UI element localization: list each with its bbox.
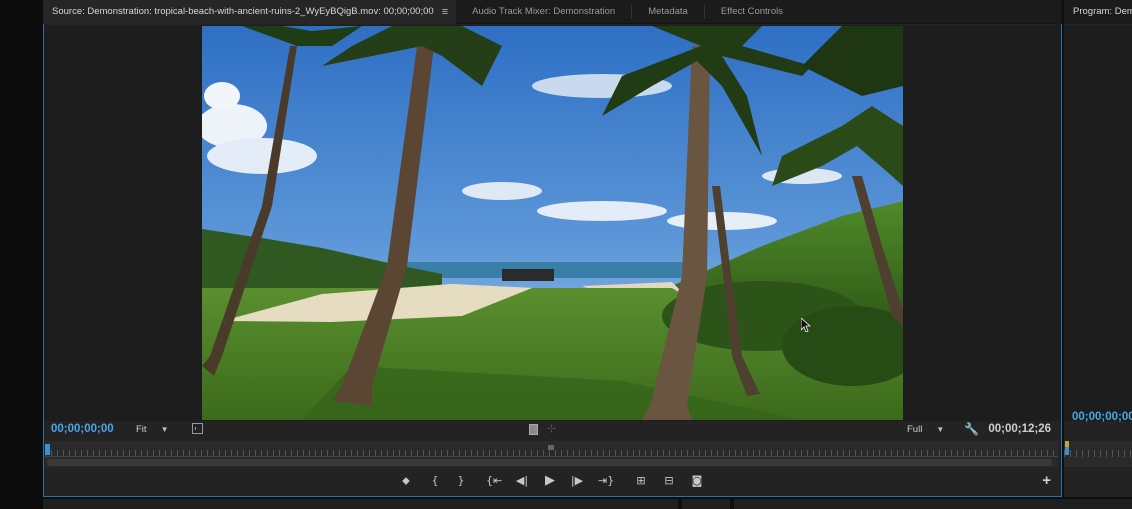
- source-monitor-panel: Source: Demonstration: tropical-beach-wi…: [43, 0, 1062, 497]
- source-controls-row: 00;00;00;00 Fit ▼ ⊹ Full ▼ 🔧 00;00;12;26: [43, 421, 1061, 439]
- mark-in-button[interactable]: {: [428, 473, 442, 489]
- source-viewer[interactable]: [43, 25, 1061, 421]
- program-monitor-panel: Program: Dem 00;00;00;00: [1063, 0, 1132, 497]
- ruler-center-marker: [548, 445, 554, 450]
- panel-menu-icon[interactable]: ≡: [442, 6, 448, 18]
- drag-video-only-icon[interactable]: [192, 423, 203, 434]
- duration-timecode: 00;00;12;26: [988, 423, 1051, 435]
- video-frame[interactable]: [202, 26, 903, 420]
- overwrite-button[interactable]: ⊟: [662, 473, 676, 489]
- premiere-workspace: Source: Demonstration: tropical-beach-wi…: [0, 0, 1132, 509]
- program-current-timecode[interactable]: 00;00;00;00: [1072, 411, 1132, 423]
- playback-resolution-select[interactable]: Full ▼: [907, 424, 944, 435]
- ruler-baseline: [45, 456, 1058, 457]
- mouse-cursor-icon: [801, 318, 811, 332]
- playback-resolution-value: Full: [907, 424, 923, 435]
- zoom-level-select[interactable]: Fit ▼: [136, 424, 168, 435]
- program-playhead[interactable]: [1065, 447, 1069, 455]
- step-forward-button[interactable]: |▶: [570, 473, 584, 489]
- film-strip-icon[interactable]: [529, 424, 538, 435]
- zoom-level-value: Fit: [136, 424, 147, 435]
- program-viewer[interactable]: [1064, 25, 1132, 421]
- tab-effect-controls-label: Effect Controls: [720, 6, 783, 17]
- go-to-in-button[interactable]: {⇤: [486, 473, 502, 489]
- wrench-settings-icon[interactable]: 🔧: [964, 422, 979, 436]
- step-back-button[interactable]: ◀|: [515, 473, 529, 489]
- tab-effect-controls[interactable]: Effect Controls: [705, 0, 799, 24]
- tab-program-label: Program: Dem: [1073, 6, 1132, 17]
- add-marker-button[interactable]: ⬥: [399, 473, 413, 489]
- left-gutter: [0, 0, 43, 509]
- chevron-down-icon: ▼: [160, 425, 169, 434]
- source-panel-tabbar: Source: Demonstration: tropical-beach-wi…: [43, 0, 1061, 24]
- current-timecode[interactable]: 00;00;00;00: [51, 423, 114, 435]
- bottom-panel-tabbar-right: [734, 499, 1132, 509]
- program-ruler-ticks: [1064, 450, 1132, 457]
- tab-source[interactable]: Source: Demonstration: tropical-beach-wi…: [43, 0, 457, 24]
- mark-out-button[interactable]: }: [454, 473, 468, 489]
- drag-audio-only-icon[interactable]: ⊹: [547, 422, 556, 435]
- go-to-out-button[interactable]: ⇥}: [598, 473, 614, 489]
- chevron-down-icon: ▼: [936, 425, 945, 434]
- tab-source-label: Source: Demonstration: tropical-beach-wi…: [52, 6, 434, 17]
- tab-audio-track-mixer[interactable]: Audio Track Mixer: Demonstration: [456, 0, 631, 24]
- tab-program[interactable]: Program: Dem: [1064, 0, 1132, 24]
- playhead[interactable]: [45, 444, 50, 455]
- zoom-scrollbar[interactable]: [47, 459, 1052, 466]
- tab-audio-track-mixer-label: Audio Track Mixer: Demonstration: [472, 6, 616, 17]
- play-button[interactable]: ▶: [543, 473, 557, 489]
- button-editor-plus-icon[interactable]: +: [1042, 472, 1051, 489]
- time-ruler[interactable]: [45, 441, 1058, 467]
- export-frame-button[interactable]: ◙: [690, 473, 704, 489]
- tab-metadata[interactable]: Metadata: [632, 0, 704, 24]
- video-thumbnail-image: [202, 26, 903, 420]
- bottom-panel-tabbar-left: [43, 499, 678, 509]
- insert-button[interactable]: ⊞: [634, 473, 648, 489]
- transport-controls: ⬥ { } {⇤ ◀| ▶ |▶ ⇥} ⊞ ⊟ ◙ +: [43, 470, 1061, 494]
- bottom-panel-tabbar-middle: [682, 499, 730, 509]
- program-time-ruler[interactable]: [1064, 441, 1132, 467]
- tab-metadata-label: Metadata: [648, 6, 688, 17]
